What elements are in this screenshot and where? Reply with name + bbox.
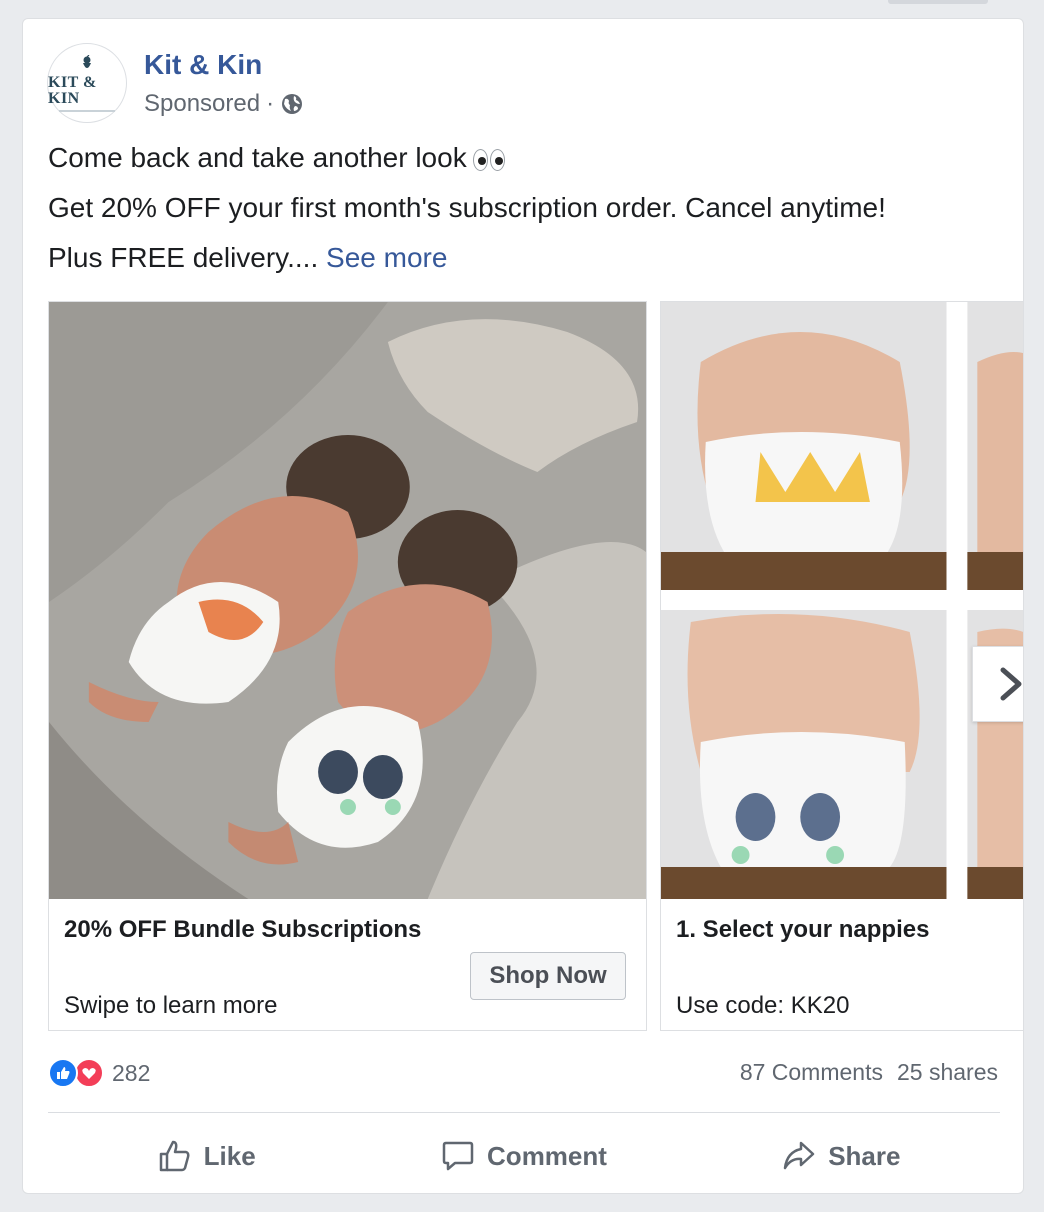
share-label: Share: [828, 1140, 901, 1171]
card-1-headline[interactable]: 20% OFF Bundle Subscriptions: [64, 916, 421, 944]
page-avatar[interactable]: KIT & KIN: [47, 43, 127, 123]
meta-separator: ·: [266, 90, 275, 117]
eye-left: [472, 148, 488, 171]
like-label: Like: [203, 1140, 256, 1171]
nappies-grid-image[interactable]: [661, 302, 1024, 899]
card-2-headline[interactable]: 1. Select your nappies: [676, 916, 929, 944]
post-body: Come back and take another look Get 20% …: [48, 143, 1008, 293]
reaction-summary[interactable]: 282: [48, 1057, 150, 1089]
globe-icon[interactable]: [280, 92, 304, 116]
post-line-2: Get 20% OFF your first month's subscript…: [48, 192, 886, 223]
carousel-card-1[interactable]: 20% OFF Bundle Subscriptions Swipe to le…: [48, 301, 647, 1031]
carousel-card-2[interactable]: 1. Select your nappies Use code: KK20: [660, 301, 1024, 1031]
chevron-right-icon: [1000, 667, 1022, 701]
comment-label: Comment: [487, 1140, 607, 1171]
sponsored-label[interactable]: Sponsored: [144, 90, 260, 118]
comment-button[interactable]: Comment: [365, 1123, 682, 1189]
like-reaction-icon: [48, 1058, 78, 1088]
share-button[interactable]: Share: [683, 1123, 1000, 1189]
post-actions-bar: Like Comment Share: [48, 1123, 1000, 1189]
post-line-3: Plus FREE delivery.... See more: [48, 243, 1008, 273]
post-line-3-text: Plus FREE delivery....: [48, 242, 319, 273]
eye-right: [489, 148, 505, 171]
actions-divider: [48, 1112, 1000, 1113]
post-line-1: Come back and take another look: [48, 143, 1008, 173]
carousel-next-button[interactable]: [972, 646, 1023, 722]
twin-babies-image[interactable]: [49, 302, 646, 899]
top-edge-stub: [888, 0, 988, 4]
reaction-count: 282: [112, 1059, 151, 1086]
see-more-link[interactable]: See more: [326, 242, 447, 273]
like-button[interactable]: Like: [48, 1123, 365, 1189]
love-reaction-icon: [74, 1058, 104, 1088]
engagement-stats: 87 Comments 25 shares: [740, 1059, 998, 1086]
avatar-logo-tagline: [59, 109, 115, 112]
avatar-logo-text: KIT & KIN: [48, 73, 97, 107]
card-1-description: Swipe to learn more: [64, 992, 278, 1019]
shop-now-button[interactable]: Shop Now: [470, 952, 626, 1000]
page-name-link[interactable]: Kit & Kin: [144, 49, 262, 81]
post-line-1-text: Come back and take another look: [48, 142, 467, 173]
comments-count-link[interactable]: 87 Comments: [740, 1059, 883, 1086]
ad-carousel: 20% OFF Bundle Subscriptions Swipe to le…: [48, 301, 1024, 1031]
comment-bubble-icon: [442, 1141, 474, 1171]
card-2-description: Use code: KK20: [676, 992, 850, 1019]
sponsored-post-card: KIT & KIN Kit & Kin Sponsored · Come bac…: [22, 18, 1024, 1194]
bird-logo-icon: [83, 54, 91, 68]
thumbs-up-icon: [159, 1140, 190, 1172]
shares-count-link[interactable]: 25 shares: [897, 1059, 998, 1086]
share-arrow-icon: [783, 1141, 815, 1170]
post-meta: Sponsored ·: [144, 89, 304, 119]
eyes-emoji-icon: [472, 148, 505, 171]
